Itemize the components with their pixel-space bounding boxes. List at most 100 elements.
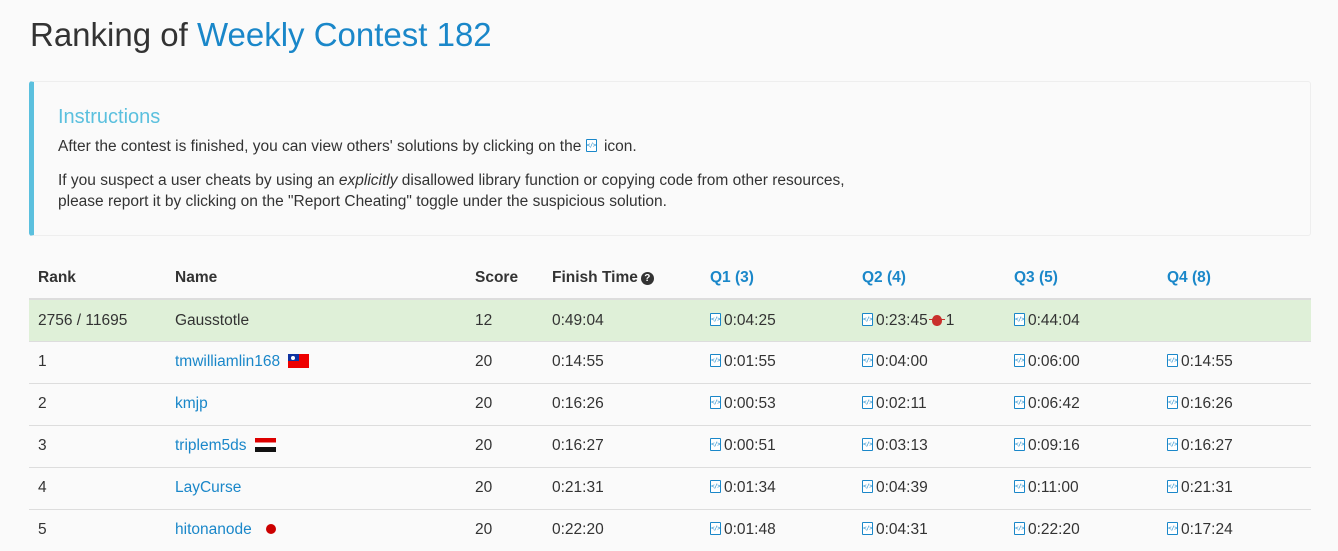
my-ranking-row: 2756 / 11695 Gausstotle 12 0:49:04 0:04:…	[29, 298, 1311, 341]
finish-time-header-label: Finish Time	[552, 268, 638, 286]
score-header: Score	[466, 257, 543, 300]
code-icon[interactable]	[862, 312, 873, 326]
page-title: Ranking of Weekly Contest 182	[30, 14, 492, 56]
q4-cell: 0:16:26	[1158, 382, 1311, 425]
user-link[interactable]: tmwilliamlin168	[175, 353, 280, 370]
user-link[interactable]: triplem5ds	[175, 437, 247, 454]
finish-time-header: Finish Time?	[543, 257, 701, 300]
code-icon[interactable]	[862, 354, 873, 367]
user-link[interactable]: kmjp	[175, 395, 208, 412]
q3-cell: 0:22:20	[1005, 508, 1158, 551]
q4-cell: 0:16:27	[1158, 424, 1311, 467]
q3-time: 0:06:42	[1028, 395, 1080, 412]
finish-time-cell: 0:14:55	[543, 340, 701, 383]
score-cell: 20	[466, 382, 543, 425]
q4-header[interactable]: Q4 (8)	[1158, 257, 1311, 300]
finish-time-cell: 0:21:31	[543, 466, 701, 509]
question-circle-icon[interactable]: ?	[640, 271, 654, 285]
q4-cell	[1158, 298, 1311, 341]
q2-time: 0:03:13	[876, 437, 928, 454]
code-icon[interactable]	[1167, 396, 1178, 409]
code-icon[interactable]	[862, 522, 873, 536]
code-icon[interactable]	[710, 522, 721, 536]
table-row: 1tmwilliamlin168200:14:550:01:550:04:000…	[29, 340, 1311, 383]
instructions-heading: Instructions	[58, 106, 161, 128]
jp-flag-icon	[265, 524, 276, 535]
code-icon[interactable]	[1014, 480, 1025, 493]
rank-cell: 5	[29, 508, 166, 551]
user-link[interactable]: LayCurse	[175, 479, 241, 496]
q1-time: 0:00:51	[724, 437, 776, 454]
q2-cell: 0:04:31	[853, 508, 1005, 551]
name-header: Name	[166, 257, 466, 300]
q1-cell: 0:01:48	[701, 508, 853, 551]
ranking-table: Rank Name Score Finish Time? Q1 (3) Q2 (…	[29, 257, 1311, 551]
instructions-line-2: If you suspect a user cheats by using an…	[58, 170, 845, 212]
code-icon[interactable]	[1014, 312, 1025, 326]
name-cell: hitonanode	[166, 508, 466, 551]
q4-cell: 0:21:31	[1158, 466, 1311, 509]
score-cell: 20	[466, 340, 543, 383]
rank-header: Rank	[29, 257, 166, 300]
q2-cell: 0:04:39	[853, 466, 1005, 509]
q4-cell: 0:14:55	[1158, 340, 1311, 383]
q2-time: 0:04:39	[876, 479, 928, 496]
bug-icon	[928, 314, 945, 326]
code-icon[interactable]	[710, 354, 721, 367]
instructions-emphasis: explicitly	[338, 172, 398, 189]
code-icon[interactable]	[1167, 354, 1178, 367]
q3-time: 0:06:00	[1028, 353, 1080, 370]
q2-time: 0:04:31	[876, 521, 928, 539]
code-icon[interactable]	[862, 480, 873, 493]
code-icon[interactable]	[710, 480, 721, 493]
q1-cell: 0:01:55	[701, 340, 853, 383]
rank-cell: 4	[29, 466, 166, 509]
table-header-row: Rank Name Score Finish Time? Q1 (3) Q2 (…	[29, 257, 1311, 300]
table-row: 3triplem5ds200:16:270:00:510:03:130:09:1…	[29, 424, 1311, 467]
q1-time: 0:01:55	[724, 353, 776, 370]
q2-cell: 0:02:11	[853, 382, 1005, 425]
user-link[interactable]: hitonanode	[175, 521, 252, 538]
contest-link[interactable]: Weekly Contest 182	[197, 16, 492, 53]
finish-time-cell: 0:16:27	[543, 424, 701, 467]
q2-time: 0:02:11	[876, 395, 927, 412]
code-icon[interactable]	[1167, 438, 1178, 451]
q1-cell: 0:04:25	[701, 298, 853, 341]
code-icon[interactable]	[710, 396, 721, 409]
code-icon[interactable]	[1014, 354, 1025, 367]
q3-time: 0:11:00	[1028, 479, 1079, 496]
code-icon[interactable]	[1014, 396, 1025, 409]
q1-cell: 0:01:34	[701, 466, 853, 509]
code-icon[interactable]	[862, 438, 873, 451]
q3-cell: 0:44:04	[1005, 298, 1158, 341]
q1-time: 0:00:53	[724, 395, 776, 412]
score-cell: 20	[466, 424, 543, 467]
rank-cell: 2	[29, 382, 166, 425]
instructions-line-3: please report it by clicking on the "Rep…	[58, 193, 667, 210]
q4-time: 0:14:55	[1181, 353, 1233, 370]
code-icon[interactable]	[862, 396, 873, 409]
tw-flag-icon	[288, 354, 310, 368]
q1-time: 0:01:34	[724, 479, 776, 496]
q4-time: 0:17:24	[1181, 521, 1233, 539]
finish-time-cell: 0:22:20	[543, 508, 701, 551]
q2-time: 0:04:00	[876, 353, 928, 370]
q3-cell: 0:06:00	[1005, 340, 1158, 383]
q3-cell: 0:11:00	[1005, 466, 1158, 509]
code-icon[interactable]	[1014, 522, 1025, 536]
code-icon[interactable]	[1167, 522, 1178, 536]
code-icon[interactable]	[1167, 480, 1178, 493]
q2-header[interactable]: Q2 (4)	[853, 257, 1005, 300]
q4-time: 0:16:27	[1181, 437, 1233, 454]
code-icon[interactable]	[710, 312, 721, 326]
q1-header[interactable]: Q1 (3)	[701, 257, 853, 300]
instructions-line-1: After the contest is finished, you can v…	[58, 136, 637, 157]
q3-header[interactable]: Q3 (5)	[1005, 257, 1158, 300]
q1-time: 0:01:48	[724, 521, 776, 539]
instructions-panel: Instructions After the contest is finish…	[29, 81, 1311, 236]
code-icon	[585, 139, 597, 152]
code-icon[interactable]	[1014, 438, 1025, 451]
score-cell: 12	[466, 298, 543, 341]
finish-time-cell: 0:16:26	[543, 382, 701, 425]
code-icon[interactable]	[710, 438, 721, 451]
